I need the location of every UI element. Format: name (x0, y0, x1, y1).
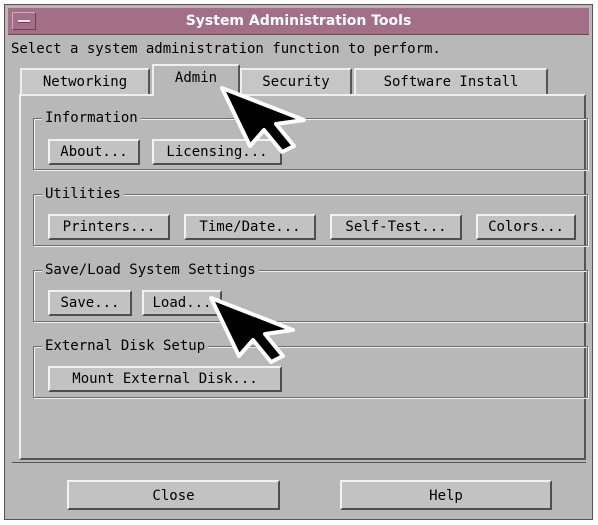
mouse-pointer-icon (220, 86, 306, 154)
instruction-text: Select a system administration function … (11, 41, 441, 57)
self-test-button[interactable]: Self-Test... (330, 214, 462, 240)
mount-external-disk-button[interactable]: Mount External Disk... (48, 366, 282, 392)
title-bar[interactable]: System Administration Tools (8, 8, 589, 35)
close-button[interactable]: Close (67, 480, 280, 510)
external-disk-group-label: External Disk Setup (42, 337, 209, 355)
tab-software-install[interactable]: Software Install (354, 68, 548, 94)
utilities-group-label: Utilities (42, 185, 124, 203)
tab-networking[interactable]: Networking (20, 68, 150, 94)
mouse-pointer-icon (209, 296, 295, 364)
information-group-label: Information (42, 109, 141, 127)
save-button[interactable]: Save... (48, 290, 132, 316)
save-load-group: Save/Load System Settings Save... Load..… (33, 261, 588, 322)
footer-separator (12, 462, 586, 463)
printers-button[interactable]: Printers... (48, 214, 170, 240)
window-title: System Administration Tools (185, 13, 412, 29)
external-disk-group: External Disk Setup Mount External Disk.… (33, 337, 588, 398)
help-button[interactable]: Help (340, 480, 552, 510)
save-load-group-label: Save/Load System Settings (42, 261, 259, 279)
about-button[interactable]: About... (48, 139, 140, 165)
utilities-group: Utilities Printers... Time/Date... Self-… (33, 185, 588, 246)
colors-button[interactable]: Colors... (476, 214, 576, 240)
time-date-button[interactable]: Time/Date... (184, 214, 316, 240)
